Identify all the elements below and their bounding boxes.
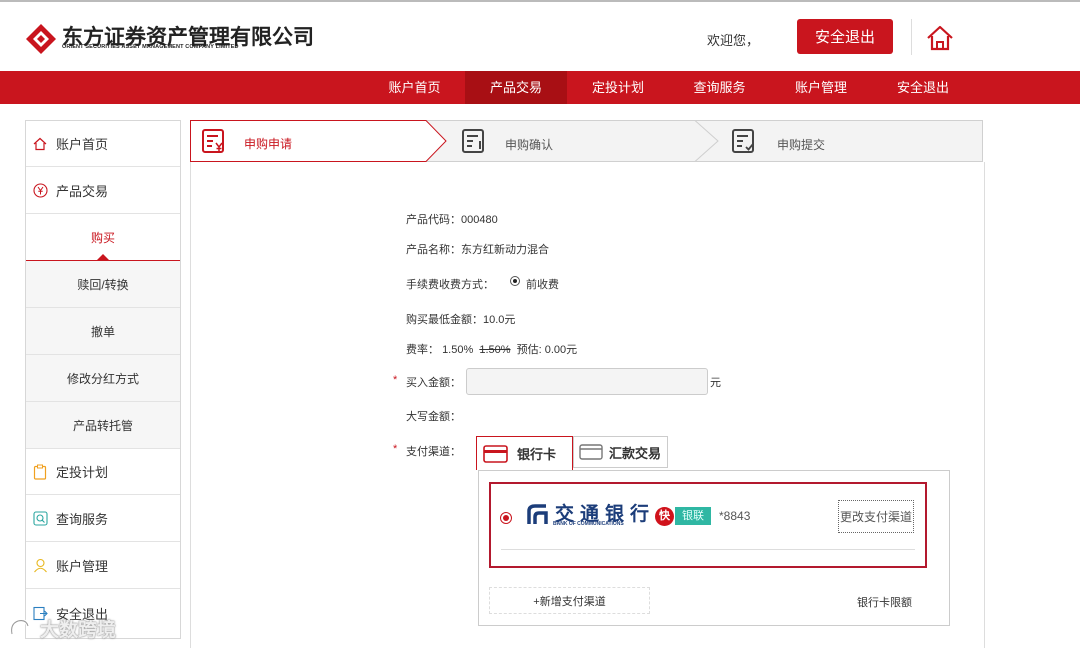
sidebar: 账户首页 产品交易 购买 赎回/转换 撤单 修改分红方式 产品转托管 定投计划 … <box>25 120 181 639</box>
fee-mode-label: 手续费收费方式： <box>406 279 494 291</box>
fee-mode-option: 前收费 <box>526 279 559 291</box>
divider <box>501 549 915 550</box>
logo-subtitle: ORIENT SECURITIES ASSET MANAGEMENT COMPA… <box>62 44 239 50</box>
user-icon <box>32 558 48 574</box>
step-1-label: 申购申请 <box>244 137 293 151</box>
main-nav: 账户首页 产品交易 定投计划 查询服务 账户管理 安全退出 <box>0 71 1080 104</box>
sidebar-sub-label: 购买 <box>90 230 115 245</box>
sidebar-item-trade[interactable]: 产品交易 <box>26 167 180 214</box>
product-code-row: 产品代码：000480 <box>406 211 498 227</box>
required-mark: * <box>393 443 398 455</box>
sidebar-item-label: 账户管理 <box>56 559 109 574</box>
tab-label: 汇款交易 <box>609 445 662 461</box>
step-2-label: 申购确认 <box>505 138 554 152</box>
nav-item-account[interactable]: 账户管理 <box>770 71 872 104</box>
rate-row: 费率： 1.50% 1.50% 预估: 0.00元 <box>406 341 577 357</box>
rate-value: 1.50% <box>442 344 474 356</box>
search-icon <box>32 511 48 527</box>
sidebar-item-home[interactable]: 账户首页 <box>26 121 180 167</box>
card-outline-icon <box>579 444 603 460</box>
form-alert-icon <box>462 129 484 153</box>
nav-item-trade[interactable]: 产品交易 <box>465 71 567 104</box>
bank-card-icon <box>483 444 508 463</box>
bank-logo-icon <box>527 504 548 524</box>
min-amount-value: 10.0元 <box>483 314 516 326</box>
required-mark: * <box>393 374 398 386</box>
header-divider <box>911 19 912 55</box>
sidebar-item-label: 定投计划 <box>56 465 109 480</box>
change-channel-button[interactable]: 更改支付渠道 <box>838 500 914 533</box>
product-name-row: 产品名称：东方红新动力混合 <box>406 241 549 257</box>
step-indicator: 申购申请 申购确认 申购提交 <box>190 120 983 162</box>
active-caret <box>97 254 109 260</box>
bank-name-en: BANK OF COMMUNICATIONS <box>553 521 624 527</box>
tab-bank-card[interactable]: 银行卡 <box>476 436 573 470</box>
amount-unit: 元 <box>710 377 721 389</box>
fee-mode-radio[interactable] <box>510 276 520 286</box>
product-name-label: 产品名称： <box>406 244 461 256</box>
form-yen-icon <box>202 129 224 153</box>
sidebar-sub-redeem[interactable]: 赎回/转换 <box>26 261 180 308</box>
fee-mode-row: 手续费收费方式： <box>406 276 494 292</box>
rate-label: 费率： <box>406 344 439 356</box>
unionpay-badge: 银联 <box>675 507 711 525</box>
home-icon[interactable] <box>925 24 955 52</box>
pay-channel-label: 支付渠道： <box>406 446 461 458</box>
home-icon <box>32 136 48 152</box>
sidebar-sub-cancel[interactable]: 撤单 <box>26 308 180 355</box>
step-3-label: 申购提交 <box>777 138 826 152</box>
yen-icon <box>32 182 48 198</box>
welcome-text: 欢迎您， <box>707 33 760 48</box>
estimate-label: 预估: <box>516 344 542 356</box>
card-limit-link[interactable]: 银行卡限额 <box>857 594 912 610</box>
add-channel-button[interactable]: +新增支付渠道 <box>489 587 650 614</box>
min-amount-row: 购买最低金额：10.0元 <box>406 311 515 327</box>
sidebar-sub-transfer[interactable]: 产品转托管 <box>26 402 180 449</box>
sidebar-sub-label: 撤单 <box>90 324 115 339</box>
nav-item-logout[interactable]: 安全退出 <box>872 71 974 104</box>
clipboard-icon <box>32 464 48 480</box>
amount-input[interactable] <box>466 368 708 395</box>
sidebar-sub-label: 产品转托管 <box>72 418 133 433</box>
watermark-text: 大数跨境 <box>40 620 117 641</box>
estimate-value: 0.00元 <box>544 344 578 356</box>
sidebar-item-label: 账户首页 <box>56 137 109 152</box>
rate-original: 1.50% <box>479 344 511 356</box>
nav-item-query[interactable]: 查询服务 <box>669 71 770 104</box>
logo-icon <box>26 24 56 54</box>
card-tail-number: *8843 <box>719 509 751 523</box>
product-code-value: 000480 <box>461 214 498 226</box>
step-bar-shapes <box>190 120 983 162</box>
tab-label: 银行卡 <box>517 447 557 462</box>
sidebar-item-plan[interactable]: 定投计划 <box>26 449 180 495</box>
min-amount-label: 购买最低金额： <box>406 314 483 326</box>
form-check-icon <box>732 129 754 153</box>
header: 东方证券资产管理有限公司 ORIENT SECURITIES ASSET MAN… <box>0 2 1080 71</box>
amount-label: 买入金额： <box>406 377 461 389</box>
tab-remittance[interactable]: 汇款交易 <box>573 436 668 468</box>
bank-card-radio[interactable] <box>500 512 512 524</box>
nav-item-home[interactable]: 账户首页 <box>364 71 465 104</box>
sidebar-sub-dividend[interactable]: 修改分红方式 <box>26 355 180 402</box>
sidebar-item-label: 查询服务 <box>56 512 109 527</box>
sidebar-sub-label: 赎回/转换 <box>77 277 129 292</box>
logout-button[interactable]: 安全退出 <box>797 19 893 54</box>
fast-pay-badge: 快 <box>655 507 674 526</box>
sidebar-sub-buy[interactable]: 购买 <box>26 214 180 261</box>
sidebar-item-account[interactable]: 账户管理 <box>26 543 180 589</box>
sidebar-item-query[interactable]: 查询服务 <box>26 496 180 542</box>
product-code-label: 产品代码： <box>406 214 461 226</box>
sidebar-sub-label: 修改分红方式 <box>66 371 139 386</box>
amount-upper-label: 大写金额： <box>406 411 461 423</box>
product-name-value: 东方红新动力混合 <box>461 244 549 256</box>
watermark-logo-icon <box>10 619 30 635</box>
sidebar-item-label: 产品交易 <box>56 183 109 199</box>
nav-item-plan[interactable]: 定投计划 <box>567 71 669 104</box>
